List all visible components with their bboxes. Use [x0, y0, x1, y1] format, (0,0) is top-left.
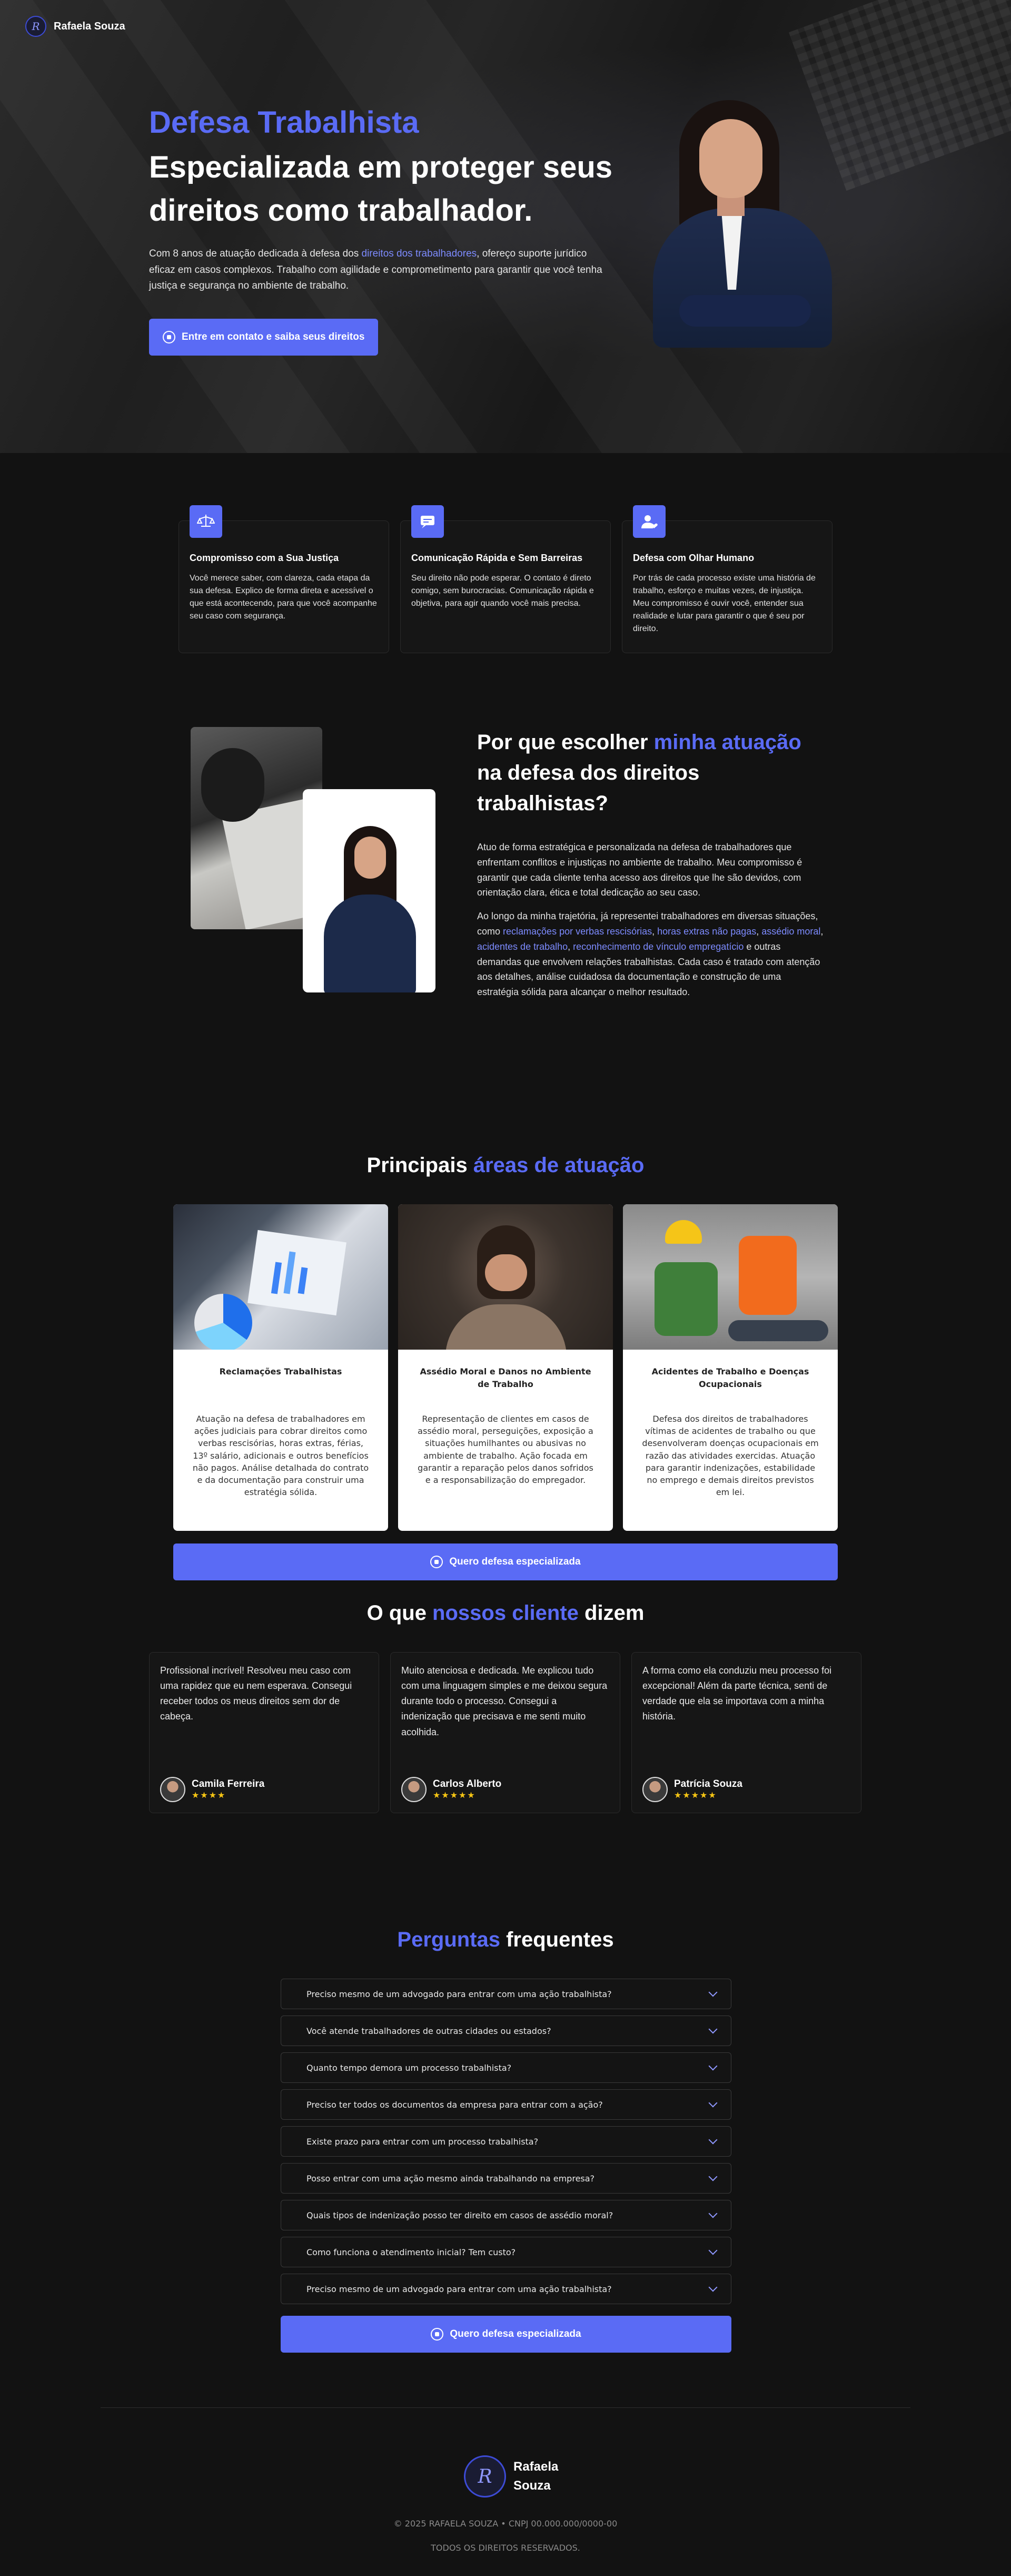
why-paragraph-2: Ao longo da minha trajetória, já represe… — [477, 911, 824, 998]
monogram-logo-icon[interactable]: R — [25, 16, 46, 37]
chevron-down-icon — [708, 2209, 718, 2218]
faq-item[interactable]: Existe prazo para entrar com um processo… — [281, 2126, 731, 2157]
chevron-down-icon — [708, 2061, 718, 2071]
chevron-down-icon — [708, 2024, 718, 2034]
whatsapp-icon — [431, 2328, 444, 2341]
faq-title: Perguntas frequentes — [397, 1928, 614, 1951]
testimonial-text: A forma como ela conduziu meu processo f… — [642, 1665, 832, 1722]
testimonial-card: Muito atenciosa e dedicada. Me explicou … — [390, 1652, 620, 1813]
avatar — [642, 1777, 668, 1802]
brand-name[interactable]: Rafaela Souza — [54, 21, 125, 33]
avatar — [160, 1777, 185, 1802]
testimonial-text: Profissional incrível! Resolveu meu caso… — [160, 1665, 352, 1722]
whatsapp-icon — [430, 1556, 443, 1568]
star-rating: ★★★★★ — [433, 1791, 476, 1800]
area-title: Reclamações Trabalhistas — [219, 1366, 342, 1377]
avatar — [401, 1777, 427, 1802]
practice-areas-section: Principais áreas de atuação Reclamações … — [0, 1154, 1011, 1601]
faq-item[interactable]: Preciso mesmo de um advogado para entrar… — [281, 2274, 731, 2304]
business-charts-photo — [173, 1204, 388, 1350]
faq-item[interactable]: Preciso ter todos os documentos da empre… — [281, 2089, 731, 2120]
chevron-down-icon — [708, 2135, 718, 2145]
whatsapp-icon — [163, 330, 175, 343]
area-card-claims: Reclamações Trabalhistas Atuação na defe… — [173, 1204, 388, 1531]
area-text: Atuação na defesa de trabalhadores em aç… — [192, 1414, 369, 1498]
distressed-woman-photo — [398, 1204, 613, 1350]
faq-item[interactable]: Posso entrar com uma ação mesmo ainda tr… — [281, 2163, 731, 2194]
area-text: Representação de clientes em casos de as… — [418, 1414, 593, 1485]
area-title: Assédio Moral e Danos no Ambiente de Tra… — [420, 1366, 591, 1389]
feature-text: Seu direito não pode esperar. O contato … — [411, 574, 594, 608]
star-rating: ★★★★★ — [674, 1791, 717, 1800]
area-card-accidents: Acidentes de Trabalho e Doenças Ocupacio… — [623, 1204, 838, 1531]
feature-title: Comunicação Rápida e Sem Barreiras — [411, 553, 583, 563]
feature-title: Compromisso com a Sua Justiça — [190, 553, 339, 563]
chevron-down-icon — [708, 2172, 718, 2181]
hero-section: Defesa Trabalhista Especializada em prot… — [0, 0, 1011, 453]
lawyer-photo — [303, 789, 435, 992]
footer-brand: Rafaela Souza — [513, 2460, 559, 2493]
chevron-down-icon — [708, 1988, 718, 1997]
feature-title: Defesa com Olhar Humano — [633, 553, 755, 563]
hero-subtitle: Especializada em proteger seus direitos … — [149, 150, 613, 228]
area-title: Acidentes de Trabalho e Doenças Ocupacio… — [651, 1366, 809, 1389]
testimonial-name: Patrícia Souza — [674, 1778, 742, 1790]
chevron-down-icon — [708, 2283, 718, 2292]
feature-text: Por trás de cada processo existe uma his… — [633, 574, 816, 633]
faq-item[interactable]: Quais tipos de indenização posso ter dir… — [281, 2200, 731, 2230]
faq-item[interactable]: Você atende trabalhadores de outras cida… — [281, 2015, 731, 2046]
faq-item[interactable]: Preciso mesmo de um advogado para entrar… — [281, 1979, 731, 2009]
hero-title: Defesa Trabalhista — [149, 105, 419, 140]
faq-item[interactable]: Quanto tempo demora um processo trabalhi… — [281, 2052, 731, 2083]
testimonial-card: Profissional incrível! Resolveu meu caso… — [149, 1652, 379, 1813]
chevron-down-icon — [708, 2098, 718, 2108]
faq-item[interactable]: Como funciona o atendimento inicial? Tem… — [281, 2237, 731, 2267]
chat-icon — [411, 505, 444, 538]
work-accident-photo — [623, 1204, 838, 1350]
user-heart-icon — [633, 505, 666, 538]
feature-card-human: Defesa com Olhar Humano Por trás de cada… — [622, 505, 832, 653]
monogram-logo-icon: R — [464, 2455, 506, 2498]
why-title: Por que escolher minha atuação na defesa… — [477, 731, 801, 815]
chevron-down-icon — [708, 2246, 718, 2255]
testimonial-text: Muito atenciosa e dedicada. Me explicou … — [401, 1665, 608, 1737]
area-card-harassment: Assédio Moral e Danos no Ambiente de Tra… — [398, 1204, 613, 1531]
feature-text: Você merece saber, com clareza, cada eta… — [190, 574, 377, 621]
hero-contact-button[interactable]: Entre em contato e saiba seus direitos — [149, 318, 379, 356]
footer: R Rafaela Souza © 2025 RAFAELA SOUZA • CN… — [101, 2407, 910, 2576]
testimonials-title: O que nossos cliente dizem — [366, 1601, 645, 1625]
areas-title: Principais áreas de atuação — [366, 1154, 645, 1177]
hero-description: Com 8 anos de atuação dedicada à defesa … — [149, 248, 602, 292]
areas-cta-button[interactable]: Quero defesa especializada — [173, 1543, 838, 1580]
testimonial-card: A forma como ela conduziu meu processo f… — [631, 1652, 861, 1813]
lawyer-portrait — [642, 100, 843, 348]
why-paragraph-1: Atuo de forma estratégica e personalizad… — [477, 842, 802, 898]
feature-card-communication: Comunicação Rápida e Sem Barreiras Seu d… — [400, 505, 611, 653]
testimonial-name: Camila Ferreira — [192, 1778, 265, 1790]
faq-cta-button[interactable]: Quero defesa especializada — [281, 2316, 731, 2353]
top-nav: R Rafaela Souza — [0, 0, 1011, 53]
faq-section: Perguntas frequentes Preciso mesmo de um… — [0, 1928, 1011, 2407]
scales-icon — [190, 505, 222, 538]
testimonial-name: Carlos Alberto — [433, 1778, 502, 1790]
features-section: Compromisso com a Sua Justiça Você merec… — [0, 453, 1011, 727]
rights-text: TODOS OS DIREITOS RESERVADOS. — [431, 2543, 580, 2553]
star-rating: ★★★★ — [192, 1791, 226, 1800]
feature-card-justice: Compromisso com a Sua Justiça Você merec… — [179, 505, 389, 653]
copyright-text: © 2025 RAFAELA SOUZA • CNPJ 00.000.000/0… — [393, 2519, 618, 2529]
testimonials-section: O que nossos cliente dizem Profissional … — [0, 1601, 1011, 1928]
area-text: Defesa dos direitos de trabalhadores vít… — [642, 1414, 819, 1498]
why-section: Por que escolher minha atuação na defesa… — [0, 727, 1011, 1154]
